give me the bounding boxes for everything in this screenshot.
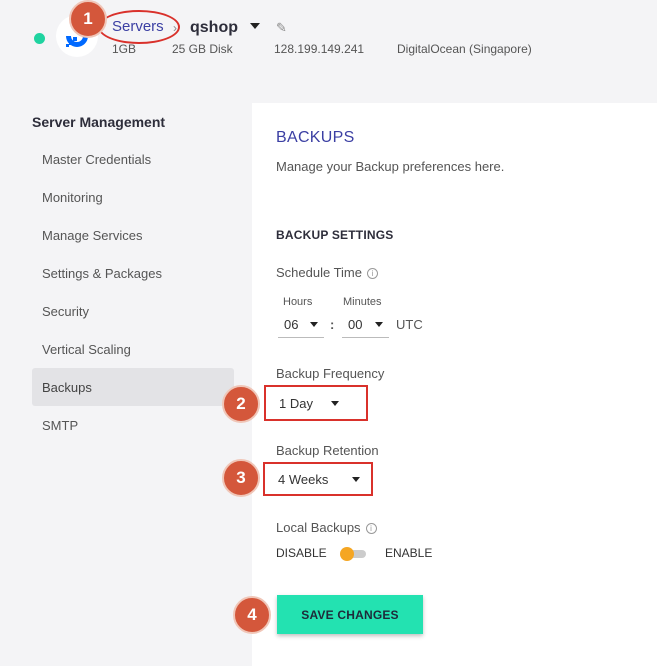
backup-retention-select[interactable]: 4 Weeks (263, 462, 373, 496)
local-backups-label: Local Backups i (276, 520, 377, 535)
sidebar-item-label: Settings & Packages (42, 265, 162, 281)
sidebar-item-label: SMTP (42, 417, 79, 433)
time-colon: : (330, 317, 335, 332)
caret-down-icon (375, 322, 383, 327)
backup-retention-value: 4 Weeks (278, 471, 329, 487)
toggle-knob (340, 547, 354, 561)
enable-label: ENABLE (385, 546, 433, 560)
minutes-value: 00 (348, 317, 363, 332)
schedule-time-label-text: Schedule Time (276, 265, 362, 280)
hours-value: 06 (284, 317, 299, 332)
sidebar-item-label: Monitoring (42, 189, 103, 205)
sidebar-item-smtp[interactable]: SMTP (32, 406, 234, 444)
hours-select[interactable]: 06 (278, 312, 324, 338)
backup-retention-label: Backup Retention (276, 443, 379, 458)
annotation-badge-4: 4 (233, 596, 271, 634)
server-ip: 128.199.149.241 (274, 42, 365, 56)
backup-frequency-select[interactable]: 1 Day (264, 385, 368, 421)
breadcrumb-separator-icon: › (173, 21, 177, 35)
save-changes-button[interactable]: SAVE CHANGES (277, 595, 423, 634)
sidebar-item-label: Master Credentials (42, 151, 152, 167)
local-backups-toggle[interactable] (340, 547, 366, 561)
minutes-select[interactable]: 00 (342, 312, 389, 338)
server-status-dot (34, 33, 45, 44)
sidebar-item-settings-packages[interactable]: Settings & Packages (32, 254, 234, 292)
sidebar-item-label: Security (42, 303, 89, 319)
backup-frequency-label: Backup Frequency (276, 366, 385, 381)
section-heading: BACKUP SETTINGS (276, 228, 394, 242)
page-title: BACKUPS (276, 129, 355, 146)
timezone-label: UTC (396, 317, 423, 332)
schedule-time-label: Schedule Time i (276, 265, 378, 280)
sidebar-item-backups[interactable]: Backups (32, 368, 234, 406)
sidebar-item-security[interactable]: Security (32, 292, 234, 330)
sidebar-item-manage-services[interactable]: Manage Services (32, 216, 234, 254)
caret-down-icon (352, 476, 361, 482)
sidebar-item-label: Vertical Scaling (42, 341, 131, 357)
server-switch-caret-icon[interactable] (250, 23, 260, 29)
info-icon[interactable]: i (367, 268, 378, 279)
server-disk: 25 GB Disk (172, 42, 233, 56)
caret-down-icon (310, 322, 318, 327)
info-icon[interactable]: i (365, 523, 377, 534)
page-subtitle: Manage your Backup preferences here. (276, 159, 505, 174)
sidebar-title: Server Management (32, 114, 166, 130)
server-ram: 1GB (112, 42, 137, 56)
breadcrumb-servers-link[interactable]: Servers (112, 18, 164, 35)
sidebar-item-monitoring[interactable]: Monitoring (32, 178, 234, 216)
sidebar-item-label: Manage Services (42, 227, 143, 243)
annotation-badge-2: 2 (222, 385, 260, 423)
local-backups-label-text: Local Backups (276, 520, 361, 535)
sidebar-item-vertical-scaling[interactable]: Vertical Scaling (32, 330, 234, 368)
pencil-icon[interactable]: ✎ (276, 20, 287, 36)
sidebar-item-master-credentials[interactable]: Master Credentials (32, 140, 234, 178)
caret-down-icon (330, 400, 339, 406)
disable-label: DISABLE (276, 546, 327, 560)
annotation-badge-1: 1 (69, 0, 107, 38)
annotation-badge-3: 3 (222, 459, 260, 497)
server-name: qshop (190, 19, 238, 36)
minutes-label: Minutes (343, 296, 382, 308)
backup-frequency-value: 1 Day (279, 395, 313, 411)
sidebar-item-label: Backups (42, 379, 92, 395)
server-provider: DigitalOcean (Singapore) (397, 42, 532, 56)
hours-label: Hours (283, 296, 313, 308)
